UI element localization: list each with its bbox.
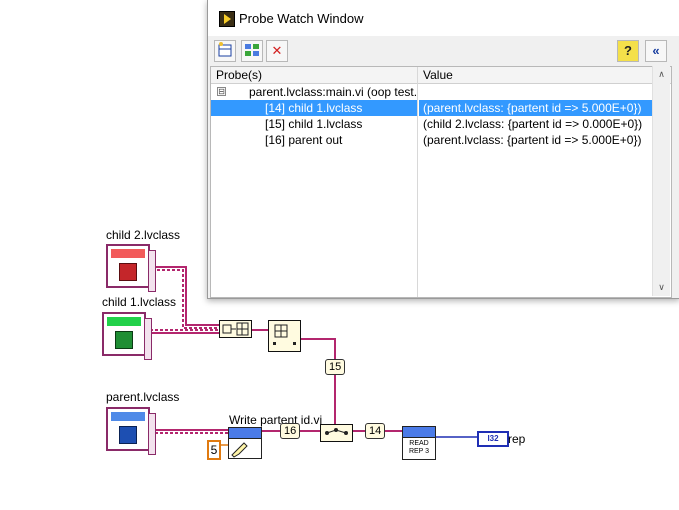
probe-table: Probe(s) Value ⊟ parent.lvclass:main.vi … — [210, 66, 672, 298]
vertical-scrollbar[interactable]: ∧ ∨ — [652, 66, 670, 296]
probe-name: [16] parent out — [265, 133, 343, 147]
probe-16-tag[interactable]: 16 — [280, 423, 301, 439]
value-column-header[interactable]: Value — [423, 68, 453, 82]
index-array-icon — [273, 324, 296, 345]
probe-column-header[interactable]: Probe(s) — [216, 68, 262, 82]
probe-value: (child 2.lvclass: {partent id => 0.000E+… — [423, 117, 643, 131]
child2-class-label: child 2.lvclass — [106, 228, 181, 242]
write-vi-label: Write partent id.vi — [229, 413, 323, 427]
delete-probe-icon: ✕ — [271, 43, 283, 58]
rep-label: rep — [508, 432, 526, 446]
reorder-probes-button[interactable] — [241, 40, 263, 62]
reorder-probes-icon — [245, 44, 259, 56]
child1-class-label: child 1.lvclass — [102, 295, 177, 309]
table-row[interactable]: ⊟ parent.lvclass:main.vi (oop test. — [211, 84, 671, 100]
read-rep-line2: REP 3 — [408, 448, 430, 455]
collapse-button[interactable]: « — [645, 40, 667, 62]
green-cube-icon — [115, 331, 133, 349]
build-array-node[interactable] — [219, 320, 252, 338]
scroll-down-icon[interactable]: ∨ — [656, 282, 667, 293]
blue-cube-icon — [119, 426, 137, 444]
build-array-icon — [222, 322, 249, 336]
pencil-icon — [231, 442, 248, 458]
select-node[interactable] — [320, 424, 353, 442]
child1-class-constant[interactable] — [102, 312, 152, 360]
probe-14-tag[interactable]: 14 — [365, 423, 386, 439]
probe-toolbar: ✕ ? « — [208, 36, 679, 66]
probe-watch-window: Probe Watch Window ✕ ? « Probe(s) Value … — [207, 0, 679, 299]
collapse-tree-icon[interactable]: ⊟ — [217, 87, 226, 96]
read-rep-text: READ REP 3 — [403, 438, 435, 456]
table-header: Probe(s) Value — [211, 67, 671, 297]
read-rep-line1: READ — [409, 440, 429, 447]
probe-value: (parent.lvclass: {partent id => 5.000E+0… — [423, 133, 642, 147]
probe-name: [15] child 1.lvclass — [265, 117, 363, 131]
probe-value: (parent.lvclass: {partent id => 5.000E+0… — [423, 101, 642, 115]
child2-class-constant[interactable] — [106, 244, 156, 292]
table-row-selected[interactable]: [14] child 1.lvclass (parent.lvclass: {p… — [211, 100, 671, 116]
labview-app-icon — [219, 11, 235, 27]
probe-display-button[interactable] — [214, 40, 236, 62]
write-partent-id-vi[interactable] — [228, 427, 262, 459]
help-button[interactable]: ? — [617, 40, 639, 62]
delete-probe-button[interactable]: ✕ — [266, 40, 288, 62]
red-cube-icon — [119, 263, 137, 281]
numeric-constant-5[interactable]: 5 — [207, 440, 221, 460]
probe-display-icon — [218, 42, 232, 57]
select-icon — [325, 428, 348, 435]
parent-class-label: parent.lvclass — [106, 390, 180, 404]
collapse-icon: « — [652, 43, 660, 58]
scroll-up-icon[interactable]: ∧ — [656, 69, 667, 80]
i32-indicator[interactable]: I32 — [477, 431, 509, 447]
for-loop-index-array-node[interactable] — [268, 320, 301, 352]
table-row[interactable]: [15] child 1.lvclass (child 2.lvclass: {… — [211, 116, 671, 132]
parent-class-constant[interactable] — [106, 407, 156, 455]
probe-name: parent.lvclass:main.vi (oop test. — [249, 85, 418, 99]
window-title: Probe Watch Window — [239, 11, 364, 26]
help-icon: ? — [624, 43, 632, 58]
table-row[interactable]: [16] parent out (parent.lvclass: {parten… — [211, 132, 671, 148]
probe-15-tag[interactable]: 15 — [325, 359, 346, 375]
read-rep-vi[interactable]: READ REP 3 — [402, 426, 436, 460]
probe-name: [14] child 1.lvclass — [265, 101, 363, 115]
title-bar[interactable]: Probe Watch Window — [208, 0, 679, 36]
